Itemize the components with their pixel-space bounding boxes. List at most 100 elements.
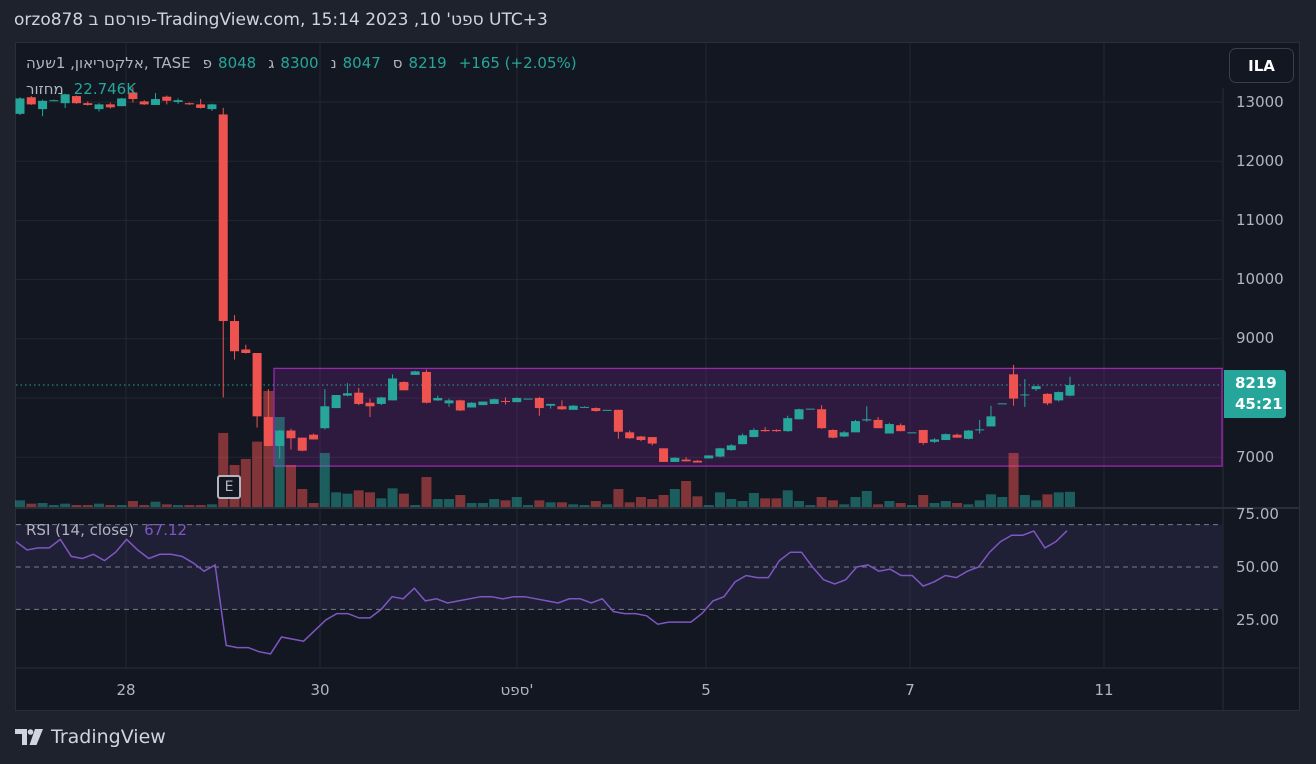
volume-bar [206, 504, 217, 507]
volume-bar [906, 504, 917, 507]
volume-bar [308, 502, 319, 507]
candle-body [320, 406, 330, 429]
low-value: 8047 [342, 54, 381, 72]
candle-body [207, 104, 217, 110]
high-value: 8300 [280, 54, 319, 72]
candle-body [839, 432, 849, 437]
candle-body [930, 439, 940, 442]
volume-bar [105, 504, 116, 507]
volume-bar [365, 492, 375, 507]
symbol-legend: אלקטריאון, 1שעה, TASE פ 8048 ג 8300 נ 8047 … [26, 54, 583, 72]
candle-body [580, 406, 590, 408]
candle-body [512, 398, 522, 403]
volume-bar [26, 503, 37, 507]
volume-bar [568, 504, 579, 507]
volume-bar [895, 502, 906, 507]
volume-bar [861, 490, 872, 507]
volume-bar [94, 503, 105, 507]
candle-body [173, 100, 183, 102]
candle-body [399, 382, 409, 391]
time-tick: ספט' [500, 681, 534, 699]
candle-body [817, 409, 827, 429]
volume-bar [71, 504, 82, 507]
volume-bar [658, 494, 669, 507]
candle-body [94, 104, 104, 110]
volume-bar [590, 500, 601, 507]
volume-bar [82, 504, 93, 507]
candle-body [805, 408, 815, 410]
volume-bar [297, 488, 308, 507]
footer-logo[interactable]: TradingView [15, 726, 166, 748]
volume-bar [139, 504, 150, 507]
volume-bar [511, 496, 522, 507]
volume-bar [489, 498, 500, 507]
close-value: 8219 [408, 54, 447, 72]
candle-body [376, 397, 386, 404]
volume-bar [37, 502, 48, 507]
price-tick: 10000 [1236, 270, 1284, 288]
low-label: נ [330, 54, 337, 72]
symbol-name[interactable]: אלקטריאון, 1שעה, TASE [26, 54, 191, 72]
rsi-value: 67.12 [144, 521, 188, 539]
candle-body [241, 349, 251, 354]
candle-body [388, 378, 398, 401]
high-label: ג [268, 54, 275, 72]
candle-body [365, 402, 375, 407]
candle-body [297, 437, 307, 451]
rsi-label[interactable]: RSI (14, close) [26, 521, 134, 539]
candle-body [421, 371, 431, 403]
volume-bar [60, 503, 71, 507]
candle-body [692, 460, 702, 463]
candle-body [467, 402, 477, 408]
rsi-legend: RSI (14, close) 67.12 [26, 521, 187, 539]
volume-bar [127, 500, 138, 507]
time-tick: 11 [1094, 681, 1114, 699]
volume-bar [884, 500, 895, 507]
candle-body [38, 100, 48, 110]
chart-canvas[interactable] [0, 0, 1316, 764]
volume-label[interactable]: מחזור [26, 80, 64, 98]
candle-body [455, 400, 465, 411]
rsi-tick: 25.00 [1236, 611, 1279, 629]
volume-bar [48, 504, 59, 507]
volume-bar [240, 458, 251, 507]
volume-bar [771, 498, 782, 507]
candle-body [1054, 392, 1064, 401]
volume-bar [579, 504, 590, 507]
earnings-marker[interactable]: E [217, 475, 241, 499]
volume-bar [635, 496, 646, 507]
candle-body [647, 437, 657, 444]
volume-bar [421, 476, 432, 507]
volume-bar [173, 504, 184, 507]
volume-bar [195, 504, 206, 507]
candle-body [941, 434, 951, 441]
tradingview-logo-icon [15, 729, 43, 745]
candle-body [230, 321, 240, 352]
volume-bar [963, 504, 974, 507]
footer-brand: TradingView [51, 726, 166, 748]
volume-bar [444, 498, 455, 507]
volume-bar [1031, 500, 1042, 507]
candle-body [952, 434, 962, 438]
currency-button[interactable]: ILA [1229, 48, 1294, 83]
volume-bar [748, 492, 759, 507]
volume-bar [15, 500, 25, 507]
candle-body [410, 371, 420, 375]
candle-body [613, 409, 623, 432]
volume-legend: מחזור 22.746K [26, 80, 136, 98]
volume-bar [477, 502, 488, 507]
candle-body [489, 399, 499, 404]
candle-body [1031, 386, 1041, 390]
price-tick: 7000 [1236, 448, 1275, 466]
time-tick: 28 [116, 681, 136, 699]
candle-body [636, 436, 646, 441]
volume-bar [410, 504, 421, 507]
volume-bar [432, 498, 443, 507]
candle-body [907, 432, 917, 434]
range-rectangle [273, 367, 1223, 467]
candle-body [986, 416, 996, 427]
volume-bar [613, 488, 624, 507]
volume-bar [184, 504, 195, 507]
volume-bar [534, 500, 545, 507]
volume-bar [116, 504, 127, 507]
